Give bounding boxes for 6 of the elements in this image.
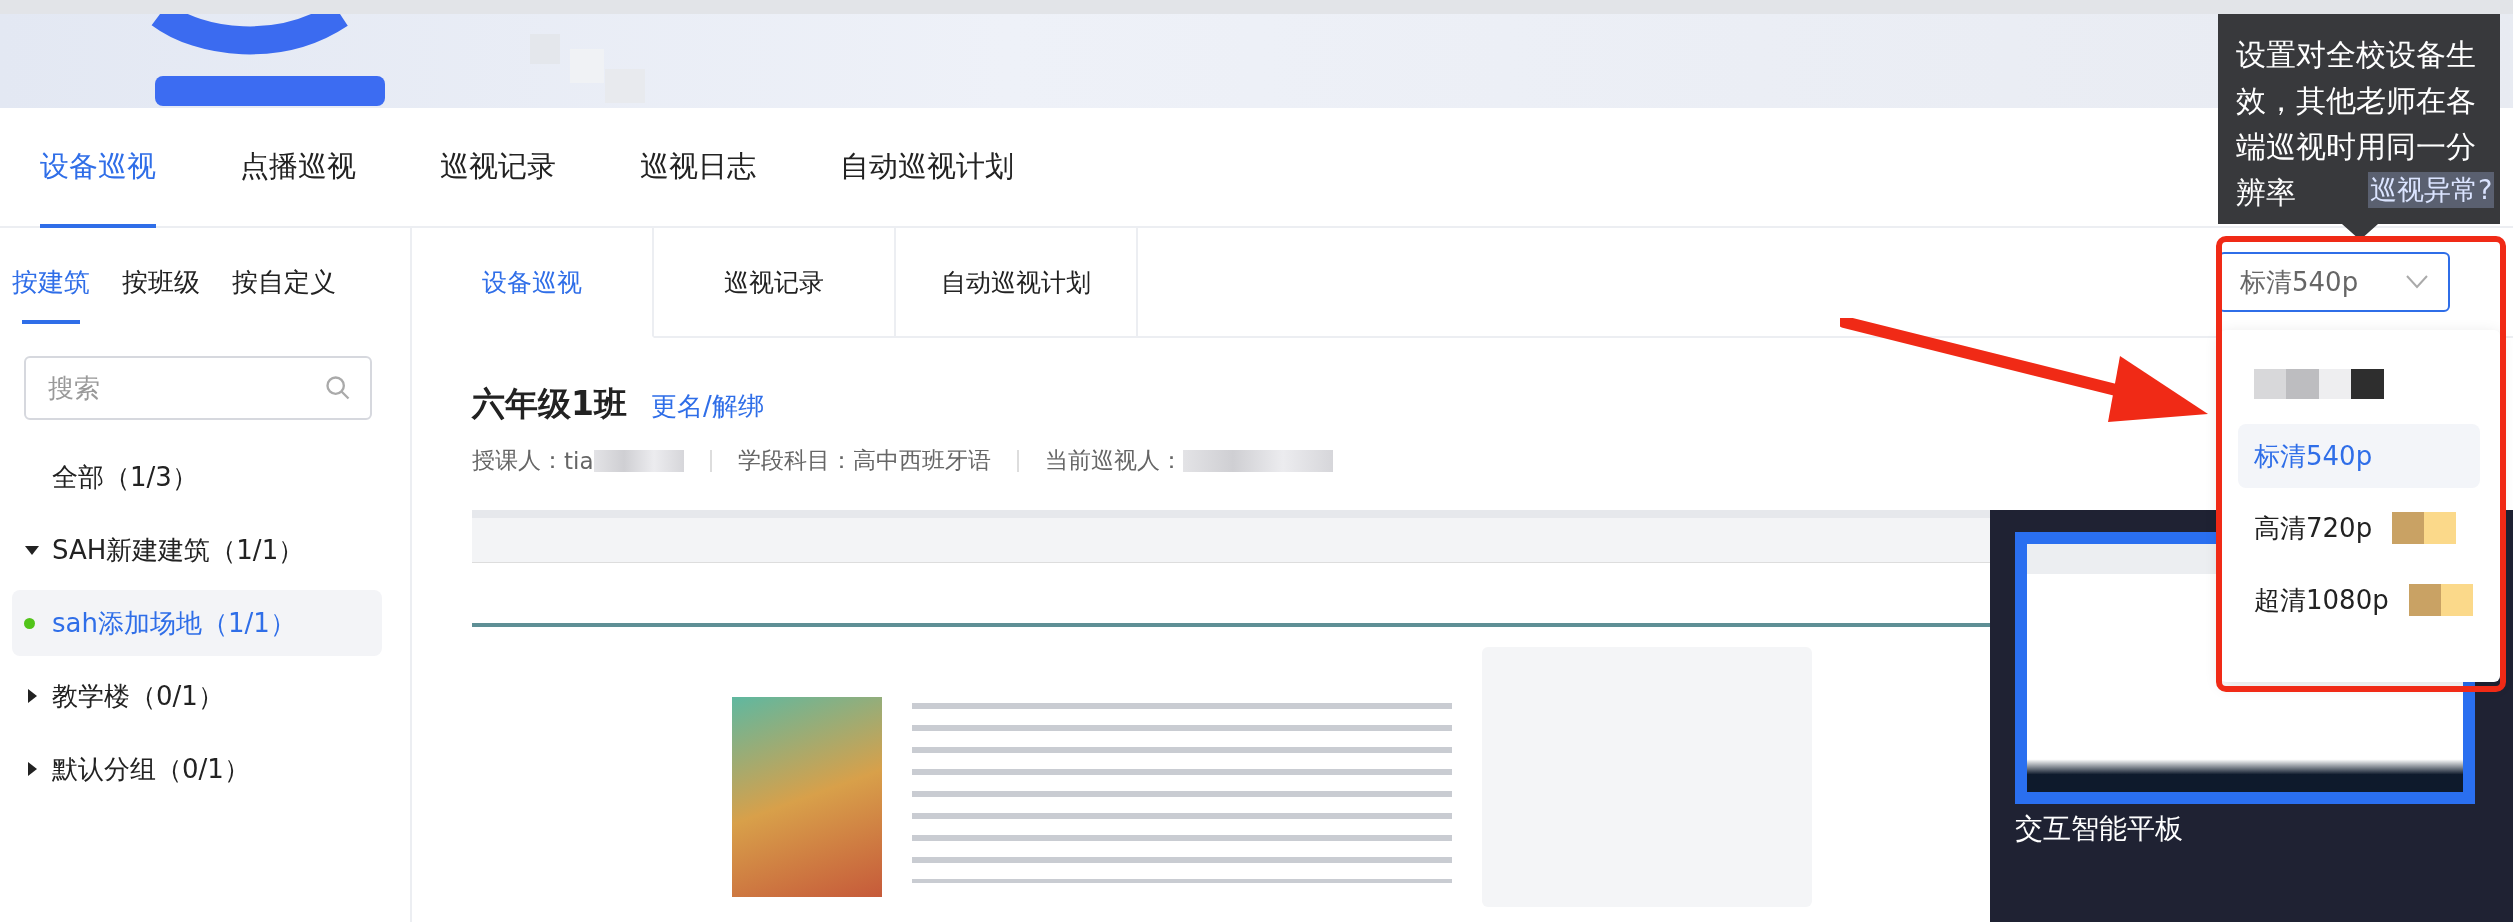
room-title: 六年级1班: [472, 383, 627, 425]
device-name: 交互智能平板: [2015, 811, 2184, 847]
teacher-name: tia: [564, 447, 594, 474]
inspector-label: 当前巡视人：: [1044, 446, 1183, 475]
subject-text: 学段科目：高中西班牙语: [737, 446, 991, 475]
teacher-label: 授课人：: [472, 446, 564, 475]
